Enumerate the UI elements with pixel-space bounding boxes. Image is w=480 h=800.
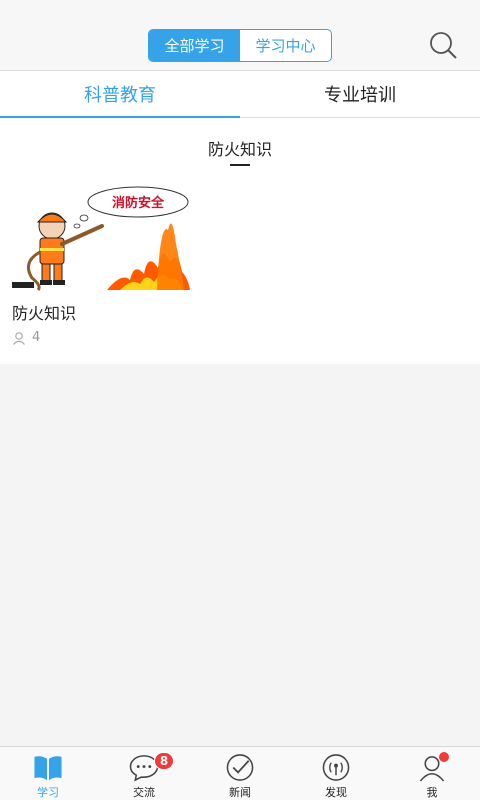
nav-news-label: 新闻 — [229, 786, 251, 799]
chat-unread-badge: 8 — [154, 752, 174, 770]
nav-learning-label: 学习 — [37, 786, 59, 799]
broadcast-icon — [322, 754, 350, 781]
banner-text: 消防安全 — [112, 195, 165, 211]
tab-professional-training[interactable]: 专业培训 — [240, 71, 480, 117]
nav-community-label: 交流 — [133, 786, 155, 799]
learner-count: 4 — [12, 330, 192, 345]
person-icon — [13, 331, 25, 345]
nav-me[interactable]: 我 — [384, 747, 480, 800]
learning-scope-toggle: 全部学习 学习中心 — [148, 29, 332, 62]
search-button[interactable] — [428, 30, 460, 62]
check-circle-icon — [226, 754, 254, 781]
top-bar: 全部学习 学习中心 — [0, 0, 480, 70]
bottom-nav: 学习 交流 新闻 发现 我 — [0, 746, 480, 800]
category-tabs: 科普教育 专业培训 — [0, 70, 480, 118]
search-icon — [430, 32, 457, 59]
nav-discover[interactable]: 发现 — [288, 747, 384, 800]
course-card[interactable]: 消防安全 防火知识 4 — [12, 182, 192, 345]
course-title: 防火知识 — [12, 304, 77, 323]
course-thumbnail: 消防安全 — [12, 182, 192, 292]
tab-science-education[interactable]: 科普教育 — [0, 71, 240, 118]
app-screen: 全部学习 学习中心 科普教育 专业培训 防火知识 消防安全 防火知识 4 学习 … — [0, 0, 480, 800]
segment-all-learning[interactable]: 全部学习 — [149, 30, 240, 61]
learner-count-value: 4 — [32, 330, 41, 345]
nav-learning[interactable]: 学习 — [0, 747, 96, 800]
book-icon — [34, 756, 62, 781]
course-section: 防火知识 消防安全 防火知识 4 — [0, 118, 480, 364]
nav-me-label: 我 — [426, 786, 438, 799]
segment-learning-center[interactable]: 学习中心 — [240, 30, 331, 61]
profile-notification-dot — [439, 752, 449, 762]
nav-news[interactable]: 新闻 — [192, 747, 288, 800]
nav-discover-label: 发现 — [325, 786, 347, 799]
section-underline — [230, 164, 250, 166]
section-title: 防火知识 — [207, 140, 272, 159]
nav-community[interactable]: 交流 — [96, 747, 192, 800]
